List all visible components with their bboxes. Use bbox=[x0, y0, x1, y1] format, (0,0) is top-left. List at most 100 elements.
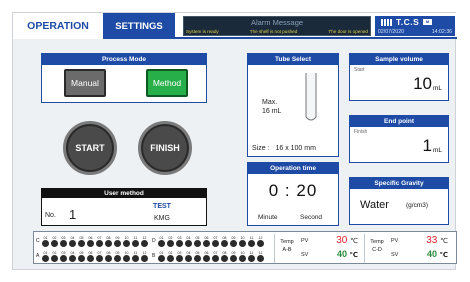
tube-max-label: Max. bbox=[262, 99, 278, 106]
rack-slot: 09 bbox=[113, 251, 122, 262]
tube-position-icon bbox=[239, 254, 246, 262]
tube-position-icon bbox=[42, 254, 49, 262]
method-name[interactable]: TEST bbox=[132, 203, 192, 210]
tcs-logo: T.C.S M bbox=[381, 17, 433, 27]
tube-position-icon bbox=[141, 254, 148, 262]
alarm-door: The door is opened bbox=[328, 29, 368, 34]
tube-position-icon bbox=[87, 254, 94, 262]
rack-slot-number: 04 bbox=[186, 250, 191, 255]
temp-ab-panel: Temp A-B PV SV 30 ℃ 40 ℃ bbox=[274, 234, 364, 263]
tube-max-value: 16 mL bbox=[262, 108, 282, 115]
rack-slot-number: 09 bbox=[231, 235, 236, 240]
method-no-value: 1 bbox=[69, 207, 77, 222]
tube-select-panel[interactable]: Tube Select Max. 16 mL Size : 16 x 100 m… bbox=[247, 53, 339, 157]
rack-slot-number: 03 bbox=[177, 235, 182, 240]
rack-slot: 06 bbox=[202, 236, 211, 247]
rack-slot-number: 05 bbox=[79, 250, 84, 255]
tube-position-icon bbox=[78, 254, 85, 262]
sample-volume-title: Sample volume bbox=[350, 54, 448, 65]
rack-slot: 11 bbox=[131, 251, 140, 262]
temp-ab-sv: 40 ℃ bbox=[336, 249, 358, 259]
process-mode-title: Process Mode bbox=[42, 54, 206, 65]
rack-slot-number: 08 bbox=[106, 250, 111, 255]
tube-position-icon bbox=[230, 254, 237, 262]
rack-slot: 09 bbox=[229, 251, 238, 262]
rack-slot: 12 bbox=[256, 236, 265, 247]
app-frame: OPERATION SETTINGS Alarm Message System … bbox=[12, 12, 457, 270]
rack-slot-number: 01 bbox=[43, 250, 48, 255]
rack-slot: 11 bbox=[247, 236, 256, 247]
gravity-value: Water bbox=[360, 199, 389, 211]
tube-position-icon bbox=[105, 254, 112, 262]
rack-slot-number: 02 bbox=[52, 250, 57, 255]
rack-slot: 08 bbox=[104, 251, 113, 262]
rack-slot: 04 bbox=[68, 236, 77, 247]
tube-position-icon bbox=[221, 254, 228, 262]
tube-position-icon bbox=[194, 239, 201, 247]
rack-slot: 05 bbox=[77, 251, 86, 262]
end-point-panel[interactable]: End point Finish 1 mL bbox=[349, 115, 449, 163]
method-no-label: No. bbox=[45, 212, 56, 219]
rack-slot-number: 09 bbox=[115, 250, 120, 255]
datetime: 02/07/2020 14:02:36 bbox=[378, 29, 452, 35]
tube-position-icon bbox=[132, 239, 139, 247]
temp-cd-pv: 33 ℃ bbox=[426, 235, 448, 246]
rack-slot: 05 bbox=[193, 251, 202, 262]
rack-slot-number: 02 bbox=[52, 235, 57, 240]
user-method-title: User method bbox=[42, 189, 206, 198]
method-button[interactable]: Method bbox=[146, 69, 188, 97]
end-point-value: 1 bbox=[422, 136, 432, 155]
minute-label: Minute bbox=[258, 214, 278, 221]
tube-position-icon bbox=[69, 239, 76, 247]
rack-slot-number: 09 bbox=[115, 235, 120, 240]
rack-slot-number: 11 bbox=[249, 235, 254, 240]
rack-slot: 08 bbox=[220, 251, 229, 262]
finish-button[interactable]: FINISH bbox=[138, 121, 192, 175]
rack-slot-number: 01 bbox=[43, 235, 48, 240]
tube-position-icon bbox=[167, 254, 174, 262]
tab-settings[interactable]: SETTINGS bbox=[103, 13, 175, 39]
rack-slot: 12 bbox=[140, 251, 149, 262]
logo-tag: M bbox=[423, 19, 433, 25]
rack-slot-number: 07 bbox=[213, 250, 218, 255]
rack-slot: 10 bbox=[122, 251, 131, 262]
tube-position-icon bbox=[176, 239, 183, 247]
sample-volume-panel[interactable]: Sample volume Start 10 mL bbox=[349, 53, 449, 101]
rack-slot-number: 07 bbox=[97, 250, 102, 255]
rack-slot: 07 bbox=[211, 251, 220, 262]
tab-operation[interactable]: OPERATION bbox=[13, 13, 103, 39]
rack-slot-number: 03 bbox=[61, 235, 66, 240]
tube-position-icon bbox=[114, 254, 121, 262]
tube-position-icon bbox=[114, 239, 121, 247]
rack-map: C 01 02 03 04 05 06 07 08 09 10 11 12 D 01 02 03 04 05 06 07… bbox=[36, 234, 270, 263]
manual-button[interactable]: Manual bbox=[64, 69, 106, 97]
rack-slot-number: 06 bbox=[88, 250, 93, 255]
operation-time-panel[interactable]: Operation time 0 : 20 Minute Second bbox=[247, 162, 339, 226]
temp-cd-sv-label: SV bbox=[391, 252, 399, 258]
rack-row: C 01 02 03 04 05 06 07 08 09 10 11 12 D 01 02 03 04 05 06 07… bbox=[36, 234, 265, 248]
rack-slot-number: 08 bbox=[106, 235, 111, 240]
rack-slot-number: 12 bbox=[258, 235, 263, 240]
tube-position-icon bbox=[51, 254, 58, 262]
tube-position-icon bbox=[257, 239, 264, 247]
tube-position-icon bbox=[212, 254, 219, 262]
rack-slot-number: 09 bbox=[231, 250, 236, 255]
start-button[interactable]: START bbox=[63, 121, 117, 175]
tube-position-icon bbox=[141, 239, 148, 247]
tube-max: Max. 16 mL bbox=[262, 98, 281, 116]
rack-slot-number: 02 bbox=[168, 235, 173, 240]
rack-slot: 10 bbox=[122, 236, 131, 247]
rack-slot: 01 bbox=[41, 236, 50, 247]
rack-slot-number: 11 bbox=[249, 250, 254, 255]
temp-ab-pv: 30 ℃ bbox=[336, 235, 358, 246]
tube-position-icon bbox=[185, 254, 192, 262]
rack-slot: 11 bbox=[247, 251, 256, 262]
rack-slot: 04 bbox=[184, 251, 193, 262]
tube-position-icon bbox=[221, 239, 228, 247]
rack-slot-number: 12 bbox=[142, 250, 147, 255]
rack-slot: 08 bbox=[104, 236, 113, 247]
tube-position-icon bbox=[123, 239, 130, 247]
specific-gravity-panel[interactable]: Specific Gravity Water (g/cm3) bbox=[349, 177, 449, 225]
tube-position-icon bbox=[69, 254, 76, 262]
tube-position-icon bbox=[87, 239, 94, 247]
